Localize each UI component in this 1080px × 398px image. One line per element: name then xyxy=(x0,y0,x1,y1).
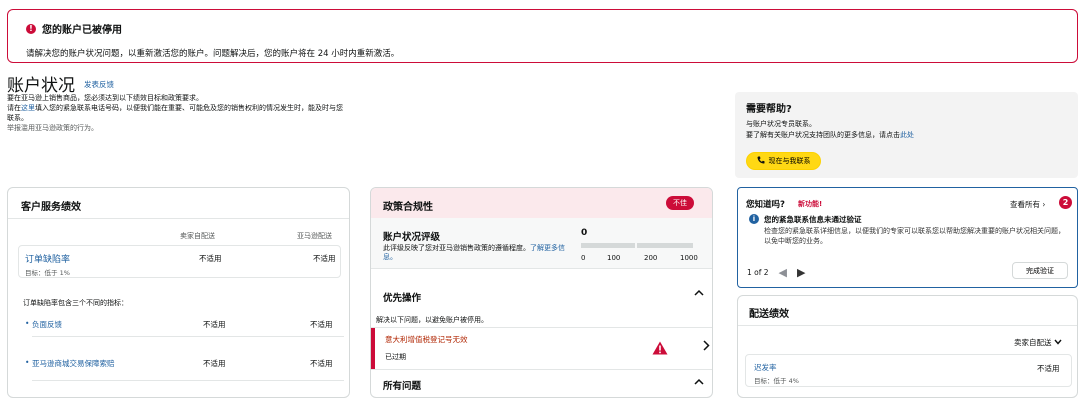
alert-title: ! 您的账户已被停用 xyxy=(26,21,122,36)
rating-title: 账户状况评级 xyxy=(383,232,441,243)
account-deactivated-alert: ! 您的账户已被停用 请解决您的账户状况问题，以重新激活您的账户。问题解决后，您… xyxy=(7,9,1078,63)
phone-icon xyxy=(757,156,765,166)
chevron-up-icon[interactable] xyxy=(694,378,704,389)
metric-amazon-value: 不适用 xyxy=(310,359,333,368)
customer-service-title: 客户服务绩效 xyxy=(21,202,81,213)
pager-text: 1 of 2 xyxy=(747,268,769,277)
error-icon: ! xyxy=(26,23,36,34)
policy-header: 政策合规性 不佳 xyxy=(371,188,712,218)
info-icon: i xyxy=(749,214,759,224)
metric-seller-value: 不适用 xyxy=(203,320,226,329)
complete-verification-button[interactable]: 完成验证 xyxy=(1012,262,1068,279)
warning-icon xyxy=(652,341,668,357)
priority-issue-row[interactable]: 意大利增值税登记号无效 已过期 xyxy=(371,328,712,369)
scale-label: 200 xyxy=(644,254,658,262)
feedback-link[interactable]: 发表反馈 xyxy=(84,79,114,90)
divider xyxy=(32,336,344,337)
all-issues-title: 所有问题 xyxy=(383,381,422,392)
chevron-right-icon: › xyxy=(1042,200,1046,209)
late-shipment-link[interactable]: 迟发率 xyxy=(754,362,777,373)
view-all-link[interactable]: 查看所有 › xyxy=(1010,199,1045,210)
contact-me-button[interactable]: 现在与我联系 xyxy=(746,152,821,170)
policy-compliance-panel: 政策合规性 不佳 账户状况评级 此评级反映了您对亚马逊销售政策的遵循程度。了解更… xyxy=(370,187,713,398)
issue-title-link[interactable]: 意大利增值税登记号无效 xyxy=(385,334,468,345)
help-here-link[interactable]: 此处 xyxy=(900,131,914,139)
alert-message: 请解决您的账户状况问题，以重新激活您的账户。问题解决后，您的账户将在 24 小时… xyxy=(26,49,400,59)
scale-segment xyxy=(637,243,693,248)
customer-service-panel: 客户服务绩效 卖家自配送 亚马逊配送 订单缺陷率 目标：低于 1% 不适用 不适… xyxy=(7,187,350,398)
chevron-down-icon xyxy=(1054,338,1062,347)
previous-arrow-icon[interactable]: ◀ xyxy=(779,266,787,279)
scale-label: 1000 xyxy=(680,254,698,262)
divider xyxy=(32,380,344,381)
intro-line-1: 要在亚马逊上销售商品，您必须达到以下绩效目标和政策要求。 xyxy=(7,94,203,102)
priority-description: 解决以下问题，以避免账户被停用。 xyxy=(376,316,488,324)
account-health-rating: 账户状况评级 此评级反映了您对亚马逊销售政策的遵循程度。了解更多信息。 0 0 … xyxy=(371,218,712,268)
help-title: 需要帮助? xyxy=(746,104,792,115)
late-shipment-target: 目标：低于 4% xyxy=(754,377,799,385)
odr-seller-value: 不适用 xyxy=(199,254,222,263)
next-arrow-icon[interactable]: ▶ xyxy=(797,266,805,279)
intro-text: 要在亚马逊上销售商品，您必须达到以下绩效目标和政策要求。 请在这里填入您的紧急联… xyxy=(7,93,347,133)
divider xyxy=(371,369,712,370)
report-abuse-link[interactable]: 举报滥用亚马逊政策的行为。 xyxy=(7,123,347,133)
scale-label: 100 xyxy=(607,254,621,262)
delivery-title: 配送绩效 xyxy=(749,309,789,320)
late-shipment-card[interactable]: 迟发率 目标：低于 4% 不适用 xyxy=(745,354,1072,387)
col-header-amazon: 亚马逊配送 xyxy=(297,232,332,240)
odr-note: 订单缺陷率包含三个不同的指标： xyxy=(23,299,128,307)
delivery-performance-panel: 配送绩效 卖家自配送 迟发率 目标：低于 4% 不适用 xyxy=(737,295,1078,398)
help-panel: 需要帮助? 与账户状况专员联系。 要了解有关账户状况支持团队的更多信息，请点击此… xyxy=(735,92,1078,178)
late-shipment-value: 不适用 xyxy=(1037,364,1060,373)
pager: 1 of 2 ◀ ▶ xyxy=(747,266,805,279)
notification-count-badge: 2 xyxy=(1059,196,1072,209)
did-you-know-panel: 您知道吗? 新功能! 查看所有 › 2 i 您的紧急联系信息未通过验证 检查您的… xyxy=(737,187,1078,288)
metric-seller-value: 不适用 xyxy=(203,359,226,368)
help-line-1: 与账户状况专员联系。 xyxy=(746,120,816,128)
policy-title: 政策合规性 xyxy=(383,202,433,213)
issue-status: 已过期 xyxy=(385,353,406,361)
scale-segment xyxy=(581,243,635,248)
help-line-2: 要了解有关账户状况支持团队的更多信息，请点击此处 xyxy=(746,131,914,139)
chevron-up-icon[interactable] xyxy=(694,289,704,300)
metric-amazon-value: 不适用 xyxy=(310,320,333,329)
rating-description: 此评级反映了您对亚马逊销售政策的遵循程度。了解更多信息。 xyxy=(383,244,565,261)
new-feature-label: 新功能! xyxy=(798,200,823,208)
message-title: 您的紧急联系信息未通过验证 xyxy=(764,215,862,224)
did-you-know-title: 您知道吗? xyxy=(746,200,785,210)
status-badge: 不佳 xyxy=(666,196,694,210)
intro-line-2: 请在这里填入您的紧急联系电话号码，以便我们能在重要、可能危及您的销售权利的情况发… xyxy=(7,104,343,122)
chevron-right-icon xyxy=(703,340,710,354)
odr-card[interactable]: 订单缺陷率 目标：低于 1% 不适用 不适用 xyxy=(18,245,341,278)
odr-target: 目标：低于 1% xyxy=(25,269,70,277)
contact-me-label: 现在与我联系 xyxy=(768,158,811,165)
metric-atoz-claims[interactable]: 亚马逊商城交易保障索赔 xyxy=(25,358,114,369)
divider xyxy=(8,218,349,219)
col-header-seller: 卖家自配送 xyxy=(180,232,215,240)
divider xyxy=(371,268,712,269)
message-body: 检查您的紧急联系详细信息，以便我们的专家可以联系您以帮助您解决重要的账户状况相关… xyxy=(764,227,1065,245)
odr-amazon-value: 不适用 xyxy=(313,254,336,263)
scale-label: 0 xyxy=(581,254,586,262)
emergency-contact-link[interactable]: 这里 xyxy=(21,104,35,112)
odr-link[interactable]: 订单缺陷率 xyxy=(25,252,70,265)
priority-actions-title: 优先操作 xyxy=(383,293,422,304)
fulfillment-select[interactable]: 卖家自配送 xyxy=(1014,337,1062,348)
divider xyxy=(738,325,1077,326)
alert-title-text: 您的账户已被停用 xyxy=(42,25,122,36)
rating-value: 0 xyxy=(581,228,588,238)
metric-negative-feedback[interactable]: 负面反馈 xyxy=(25,319,62,330)
